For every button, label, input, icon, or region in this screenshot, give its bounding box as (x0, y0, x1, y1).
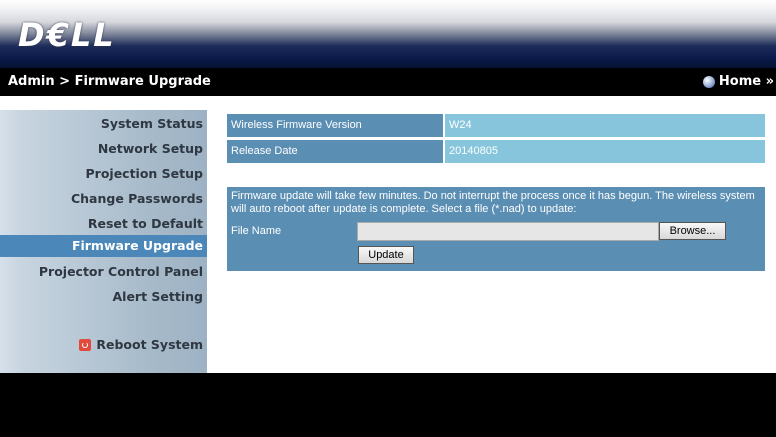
sidebar: System Status Network Setup Projection S… (0, 96, 207, 373)
browse-button[interactable]: Browse... (659, 222, 726, 240)
release-date-value: 20140805 (445, 140, 765, 163)
sidebar-item-change-passwords[interactable]: Change Passwords (71, 191, 203, 206)
sidebar-top-strip (0, 96, 207, 110)
update-instructions: Firmware update will take few minutes. D… (231, 190, 755, 215)
sidebar-item-network-setup[interactable]: Network Setup (98, 141, 203, 156)
breadcrumb: Admin > Firmware Upgrade (8, 74, 211, 89)
sidebar-item-projection-setup[interactable]: Projection Setup (86, 166, 204, 181)
header-banner: D€LL (0, 0, 776, 68)
firmware-panel: Wireless Firmware Version W24 Release Da… (227, 114, 765, 271)
firmware-version-value: W24 (445, 114, 765, 137)
sidebar-item-firmware-upgrade[interactable]: Firmware Upgrade (0, 235, 207, 257)
home-globe-icon (702, 75, 715, 88)
nav-bar: Admin > Firmware Upgrade Home » (0, 68, 776, 96)
update-button[interactable]: Update (358, 246, 414, 264)
main-content: Wireless Firmware Version W24 Release Da… (207, 96, 776, 373)
reboot-system-label: Reboot System (96, 337, 203, 352)
footer-band (0, 373, 776, 437)
firmware-upload-box: Firmware update will take few minutes. D… (227, 187, 765, 271)
sidebar-item-system-status[interactable]: System Status (101, 116, 203, 131)
file-name-input[interactable] (357, 222, 659, 241)
reboot-system-button[interactable]: Reboot System (79, 337, 203, 352)
sidebar-item-alert-setting[interactable]: Alert Setting (113, 289, 204, 304)
release-date-row: Release Date 20140805 (227, 140, 765, 163)
sidebar-item-projector-control-panel[interactable]: Projector Control Panel (39, 264, 203, 279)
release-date-label: Release Date (227, 140, 443, 163)
home-label: Home » (718, 74, 774, 89)
file-name-label: File Name (231, 225, 282, 237)
sidebar-item-reset-to-default[interactable]: Reset to Default (88, 216, 203, 231)
power-icon (79, 338, 92, 351)
firmware-version-label: Wireless Firmware Version (227, 114, 443, 137)
home-link[interactable]: Home » (702, 74, 774, 89)
firmware-version-row: Wireless Firmware Version W24 (227, 114, 765, 137)
dell-logo: D€LL (18, 16, 116, 54)
